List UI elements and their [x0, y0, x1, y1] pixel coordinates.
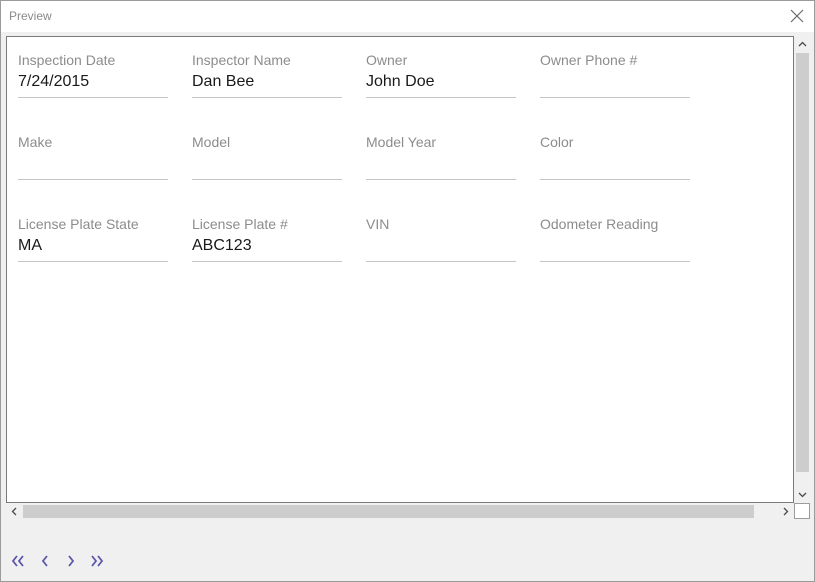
field-owner[interactable]: Owner John Doe	[366, 52, 516, 98]
first-page-button[interactable]	[9, 551, 27, 571]
field-label: License Plate State	[18, 216, 139, 232]
field-label: Color	[540, 134, 574, 150]
field-make[interactable]: Make	[18, 134, 168, 180]
field-label: Odometer Reading	[540, 216, 659, 232]
horizontal-scrollbar[interactable]	[6, 503, 794, 520]
preview-window: Preview Inspection Date 7/24/2015 Inspec…	[0, 0, 815, 582]
vertical-scrollbar[interactable]	[794, 36, 811, 503]
field-inspection-date[interactable]: Inspection Date 7/24/2015	[18, 52, 168, 98]
vertical-scroll-thumb[interactable]	[796, 53, 809, 472]
field-label: License Plate #	[192, 216, 288, 232]
double-chevron-right-icon	[91, 555, 104, 567]
field-value: John Doe	[366, 73, 435, 90]
chevron-left-icon	[41, 555, 48, 567]
chevron-down-icon[interactable]	[797, 489, 808, 500]
field-model[interactable]: Model	[192, 134, 342, 180]
field-label: Inspector Name	[192, 52, 291, 68]
close-button[interactable]	[788, 7, 806, 25]
next-page-button[interactable]	[62, 551, 80, 571]
chevron-right-icon[interactable]	[780, 506, 791, 517]
window-title: Preview	[9, 9, 52, 23]
field-label: VIN	[366, 216, 390, 232]
scrollbar-corner	[794, 503, 810, 519]
form-preview-area: Inspection Date 7/24/2015 Inspector Name…	[6, 36, 794, 503]
field-model-year[interactable]: Model Year	[366, 134, 516, 180]
horizontal-scroll-thumb[interactable]	[23, 505, 754, 518]
field-label: Model	[192, 134, 231, 150]
field-label: Owner	[366, 52, 408, 68]
field-label: Make	[18, 134, 53, 150]
previous-page-button[interactable]	[36, 551, 54, 571]
chevron-right-icon	[68, 555, 75, 567]
field-label: Model Year	[366, 134, 437, 150]
field-label: Inspection Date	[18, 52, 116, 68]
field-color[interactable]: Color	[540, 134, 690, 180]
title-bar: Preview	[1, 1, 814, 32]
field-value: ABC123	[192, 237, 252, 254]
chevron-up-icon[interactable]	[797, 39, 808, 50]
field-odometer-reading[interactable]: Odometer Reading	[540, 216, 690, 262]
double-chevron-left-icon	[11, 555, 24, 567]
field-vin[interactable]: VIN	[366, 216, 516, 262]
last-page-button[interactable]	[88, 551, 106, 571]
field-owner-phone[interactable]: Owner Phone #	[540, 52, 690, 98]
field-value: Dan Bee	[192, 73, 255, 90]
field-value: MA	[18, 237, 42, 254]
chevron-left-icon[interactable]	[9, 506, 20, 517]
field-value: 7/24/2015	[18, 73, 90, 90]
field-label: Owner Phone #	[540, 52, 638, 68]
field-inspector-name[interactable]: Inspector Name Dan Bee	[192, 52, 342, 98]
close-icon	[790, 9, 804, 23]
field-license-plate-state[interactable]: License Plate State MA	[18, 216, 168, 262]
field-license-plate-number[interactable]: License Plate # ABC123	[192, 216, 342, 262]
